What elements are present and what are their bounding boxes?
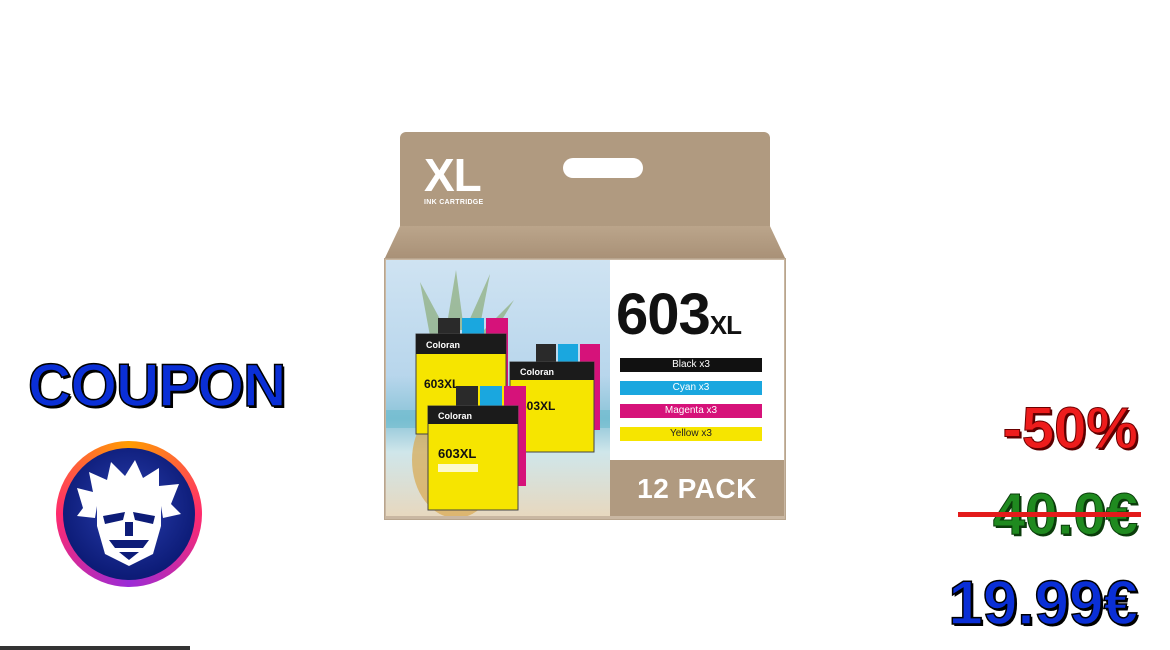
color-bar-cyan: Cyan x3 <box>620 381 762 395</box>
pack-band: 12 PACK <box>610 460 784 516</box>
old-price-strikethrough <box>958 512 1141 517</box>
package-tab-subtitle: INK CARTRIDGE <box>424 199 484 206</box>
svg-text:Coloran: Coloran <box>438 411 472 421</box>
coupon-label: COUPON <box>27 352 287 419</box>
product-image: XL INK CARTRIDGE Coloran 603XL Coloran 6… <box>384 130 786 520</box>
package-photo: Coloran 603XL Coloran 603XL Coloran 603X… <box>386 260 610 516</box>
model-number-suffix: XL <box>709 310 742 340</box>
discount-badge: -50% <box>1002 396 1138 461</box>
color-bar-magenta: Magenta x3 <box>620 404 762 418</box>
color-bar-black: Black x3 <box>620 358 762 372</box>
model-number-main: 603 <box>616 282 711 347</box>
model-number: 603XL <box>616 286 742 344</box>
mascot-logo-icon <box>56 441 202 587</box>
svg-text:Coloran: Coloran <box>426 340 460 350</box>
package-tab-title: XL <box>424 149 482 201</box>
new-price: 19.99€ <box>948 569 1139 638</box>
hang-hole <box>563 158 643 178</box>
pack-label: 12 PACK <box>637 473 757 504</box>
cartridge-group: Coloran 603XL <box>422 386 532 514</box>
package-shoulder <box>384 226 786 260</box>
svg-text:Coloran: Coloran <box>520 367 554 377</box>
svg-text:603XL: 603XL <box>438 446 476 461</box>
color-bar-yellow: Yellow x3 <box>620 427 762 441</box>
package-info-panel: 603XL Black x3 Cyan x3 Magenta x3 Yellow… <box>610 260 784 516</box>
bottom-divider <box>0 646 190 650</box>
